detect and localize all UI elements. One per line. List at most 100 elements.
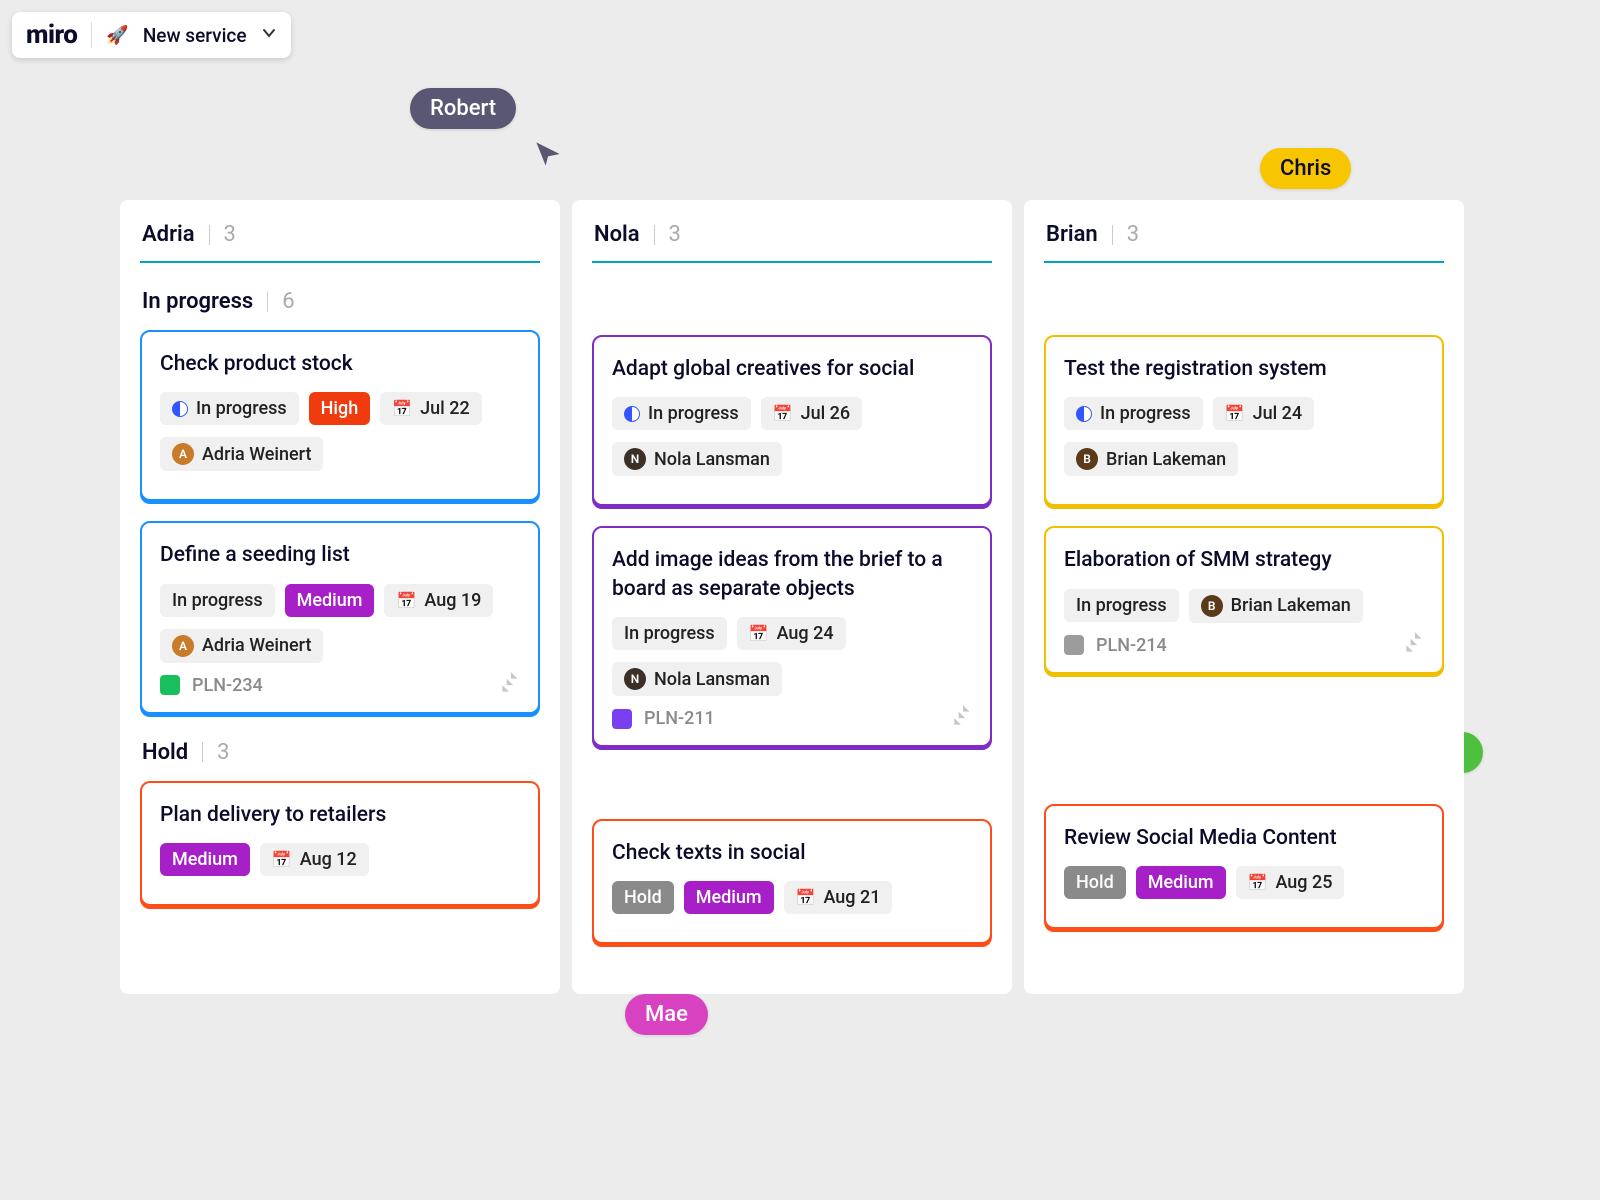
- collaborator-bubble-chris: Chris: [1260, 148, 1351, 189]
- card[interactable]: Plan delivery to retailers Medium 📅Aug 1…: [140, 781, 540, 906]
- toolbar-divider: [91, 22, 92, 48]
- section-label: Hold: [142, 740, 188, 765]
- card-chips: Medium 📅Aug 12: [160, 843, 520, 876]
- jira-icon: [498, 670, 524, 700]
- calendar-icon: 📅: [272, 850, 292, 869]
- card[interactable]: Test the registration system In progress…: [1044, 335, 1444, 506]
- card[interactable]: Review Social Media Content Hold Medium …: [1044, 804, 1444, 929]
- jira-icon: [950, 703, 976, 733]
- assignee-chip[interactable]: AAdria Weinert: [160, 629, 323, 663]
- issue-type-icon: [160, 675, 180, 695]
- assignee-chip[interactable]: BBrian Lakeman: [1189, 589, 1363, 623]
- date-chip[interactable]: 📅Aug 24: [737, 617, 846, 650]
- card-title: Test the registration system: [1064, 355, 1424, 383]
- spacer: [1044, 283, 1444, 335]
- card-chips: Hold Medium 📅Aug 25: [1064, 866, 1424, 899]
- board-name[interactable]: New service: [143, 24, 247, 47]
- column-underline: [1044, 261, 1444, 263]
- column-count: 3: [1127, 222, 1139, 247]
- calendar-icon: 📅: [396, 591, 416, 610]
- calendar-icon: 📅: [749, 624, 769, 643]
- column-count: 3: [224, 222, 236, 247]
- card-chips: Hold Medium 📅Aug 21: [612, 881, 972, 914]
- issue-key: PLN-214: [1096, 635, 1167, 656]
- assignee-chip[interactable]: AAdria Weinert: [160, 437, 323, 471]
- section-inprogress: In progress 6: [140, 283, 540, 330]
- assignee-row: AAdria Weinert: [160, 629, 520, 663]
- priority-chip[interactable]: Medium: [285, 584, 375, 617]
- assignee-chip[interactable]: NNola Lansman: [612, 662, 782, 696]
- card-title: Adapt global creatives for social: [612, 355, 972, 383]
- card-title: Check product stock: [160, 350, 520, 378]
- priority-chip[interactable]: Medium: [1136, 866, 1226, 899]
- column-header: Nola 3: [592, 222, 992, 261]
- assignee-row: BBrian Lakeman: [1064, 442, 1424, 476]
- divider: [209, 225, 210, 245]
- column-brian[interactable]: Brian 3 Test the registration system In …: [1024, 200, 1464, 994]
- card-title: Check texts in social: [612, 839, 972, 867]
- miro-logo[interactable]: miro: [26, 20, 77, 50]
- card[interactable]: Adapt global creatives for social In pro…: [592, 335, 992, 506]
- card[interactable]: Check product stock In progress High 📅Ju…: [140, 330, 540, 501]
- calendar-icon: 📅: [773, 404, 793, 423]
- calendar-icon: 📅: [392, 399, 412, 418]
- status-chip[interactable]: In progress: [612, 397, 751, 430]
- calendar-icon: 📅: [1225, 404, 1245, 423]
- column-adria[interactable]: Adria 3 In progress 6 Check product stoc…: [120, 200, 560, 994]
- collaborator-bubble-robert: Robert: [410, 88, 516, 129]
- priority-chip[interactable]: High: [309, 392, 371, 425]
- collaborator-bubble-mae: Mae: [625, 994, 708, 1035]
- priority-chip[interactable]: Medium: [684, 881, 774, 914]
- assignee-row: NNola Lansman: [612, 442, 972, 476]
- kanban-board[interactable]: Adria 3 In progress 6 Check product stoc…: [120, 200, 1464, 994]
- column-header: Brian 3: [1044, 222, 1444, 261]
- priority-chip[interactable]: Medium: [160, 843, 250, 876]
- date-chip[interactable]: 📅Jul 26: [761, 397, 862, 430]
- status-chip[interactable]: In progress: [1064, 397, 1203, 430]
- date-chip[interactable]: 📅Jul 24: [1213, 397, 1314, 430]
- card-chips: In progress 📅Aug 24: [612, 617, 972, 650]
- date-chip[interactable]: 📅Aug 21: [784, 881, 893, 914]
- date-chip[interactable]: 📅Aug 12: [260, 843, 369, 876]
- calendar-icon: 📅: [1248, 873, 1268, 892]
- issue-row[interactable]: PLN-234: [160, 675, 520, 696]
- status-chip[interactable]: In progress: [160, 584, 275, 617]
- half-circle-icon: [172, 401, 188, 417]
- card-title: Plan delivery to retailers: [160, 801, 520, 829]
- status-chip[interactable]: In progress: [612, 617, 727, 650]
- section-hold: Hold 3: [140, 734, 540, 781]
- assignee-chip[interactable]: BBrian Lakeman: [1064, 442, 1238, 476]
- status-chip[interactable]: Hold: [1064, 866, 1126, 899]
- date-chip[interactable]: 📅Aug 25: [1236, 866, 1345, 899]
- date-chip[interactable]: 📅Aug 19: [384, 584, 493, 617]
- status-chip[interactable]: In progress: [160, 392, 299, 425]
- card-chips: In progress 📅Jul 24: [1064, 397, 1424, 430]
- column-nola[interactable]: Nola 3 Adapt global creatives for social…: [572, 200, 1012, 994]
- spacer: [1044, 694, 1444, 804]
- chevron-down-icon[interactable]: [261, 25, 277, 45]
- half-circle-icon: [1076, 406, 1092, 422]
- card-title: Add image ideas from the brief to a boar…: [612, 546, 972, 603]
- column-header: Adria 3: [140, 222, 540, 261]
- card[interactable]: Check texts in social Hold Medium 📅Aug 2…: [592, 819, 992, 944]
- column-underline: [592, 261, 992, 263]
- status-chip[interactable]: In progress: [1064, 589, 1179, 622]
- issue-row[interactable]: PLN-214: [1064, 635, 1424, 656]
- date-chip[interactable]: 📅Jul 22: [380, 392, 481, 425]
- card-chips: In progress Medium 📅Aug 19: [160, 584, 520, 617]
- assignee-chip[interactable]: NNola Lansman: [612, 442, 782, 476]
- card[interactable]: Elaboration of SMM strategy In progress …: [1044, 526, 1444, 673]
- card-title: Define a seeding list: [160, 541, 520, 569]
- rocket-icon: 🚀: [106, 25, 128, 46]
- card[interactable]: Define a seeding list In progress Medium…: [140, 521, 540, 713]
- issue-row[interactable]: PLN-211: [612, 708, 972, 729]
- card[interactable]: Add image ideas from the brief to a boar…: [592, 526, 992, 747]
- section-label: In progress: [142, 289, 253, 314]
- divider: [1112, 225, 1113, 245]
- divider: [654, 225, 655, 245]
- column-name: Nola: [594, 222, 640, 247]
- issue-type-icon: [612, 709, 632, 729]
- status-chip[interactable]: Hold: [612, 881, 674, 914]
- card-chips: In progress High 📅Jul 22: [160, 392, 520, 425]
- issue-key: PLN-211: [644, 708, 715, 729]
